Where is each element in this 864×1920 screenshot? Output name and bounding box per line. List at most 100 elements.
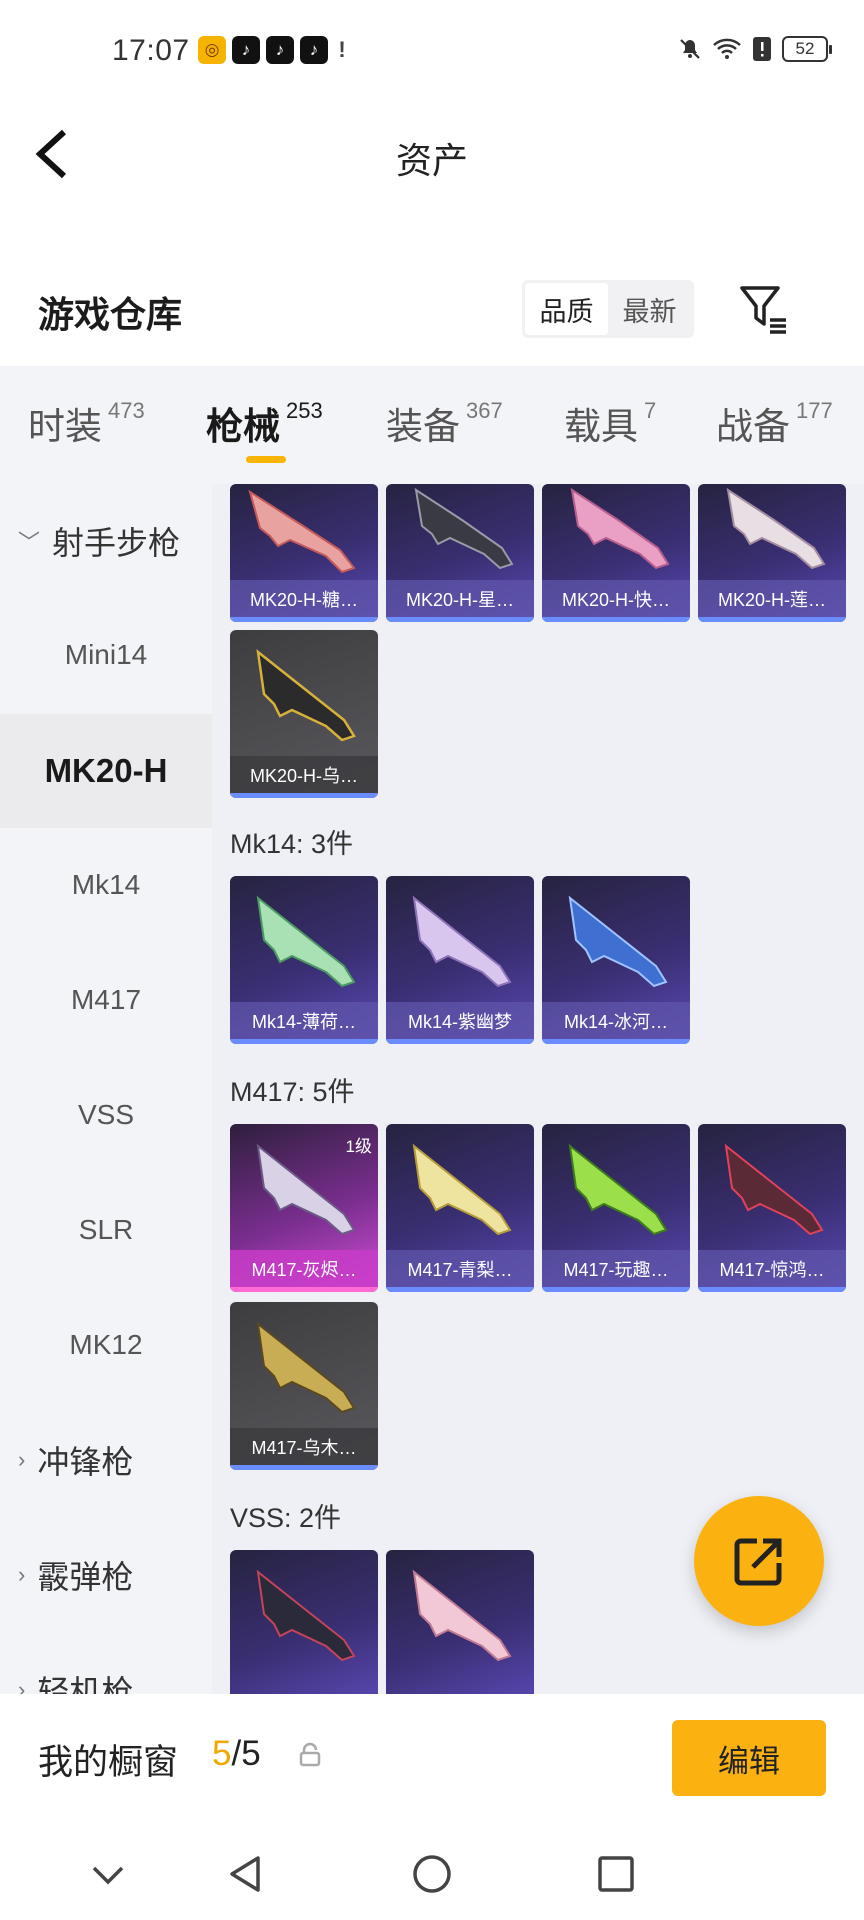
skin-name: MK20-H-乌… — [230, 756, 378, 794]
chevron-right-icon: › — [18, 1447, 26, 1472]
group-label-m417: M417: 5件 — [230, 1077, 355, 1107]
warehouse-header: 游戏仓库 品质 最新 — [0, 270, 864, 350]
skin-card[interactable] — [230, 1550, 378, 1694]
sidebar-item-label: 冲锋枪 — [37, 1444, 134, 1480]
back-triangle-icon[interactable] — [224, 1852, 268, 1896]
sidebar-item-slr[interactable]: SLR — [0, 1173, 212, 1287]
skin-card[interactable]: MK20-H-莲… — [698, 484, 846, 622]
skin-card[interactable]: M417-青梨… — [386, 1124, 534, 1292]
sidebar-item-mk12[interactable]: MK12 — [0, 1288, 212, 1402]
rifle-icon — [412, 1143, 512, 1236]
wifi-icon — [713, 38, 741, 59]
battery-indicator: 52 — [782, 36, 832, 62]
tab-label: 枪械 — [206, 406, 280, 447]
skin-card[interactable]: Mk14-紫幽梦 — [386, 876, 534, 1044]
skin-card[interactable]: MK20-H-快… — [542, 484, 690, 622]
sidebar-group-smg[interactable]: › 冲锋枪 — [0, 1403, 212, 1517]
tab-vehicles[interactable]: 载具 7 — [564, 396, 656, 450]
skin-card[interactable]: Mk14-冰河… — [542, 876, 690, 1044]
filter-icon[interactable] — [738, 282, 792, 336]
skin-card[interactable]: MK20-H-糖… — [230, 484, 378, 622]
skin-card[interactable]: MK20-H-乌… — [230, 630, 378, 798]
tab-count: 367 — [466, 398, 503, 423]
rifle-icon — [256, 1321, 356, 1414]
tab-label: 装备 — [386, 406, 460, 447]
sort-toggle: 品质 最新 — [522, 280, 694, 338]
status-time: 17:07 — [112, 34, 190, 67]
sort-by-quality[interactable]: 品质 — [525, 283, 608, 335]
sidebar-item-m417[interactable]: M417 — [0, 943, 212, 1057]
rarity-bar — [386, 1039, 534, 1044]
skin-name: MK20-H-星… — [386, 580, 534, 618]
rarity-bar — [230, 617, 378, 622]
rifle-icon — [724, 1143, 824, 1236]
rarity-bar — [230, 1039, 378, 1044]
tab-firearms[interactable]: 枪械 253 — [206, 396, 323, 450]
skin-card[interactable]: Mk14-薄荷… — [230, 876, 378, 1044]
sidebar-item-mini14[interactable]: Mini14 — [0, 598, 212, 712]
rarity-bar — [542, 1287, 690, 1292]
active-tab-indicator — [246, 456, 286, 463]
rifle-icon — [256, 1569, 356, 1662]
rifle-icon — [568, 1143, 668, 1236]
skin-name: M417-青梨… — [386, 1250, 534, 1288]
rifle-icon — [248, 489, 356, 574]
group-label-mk14: Mk14: 3件 — [230, 829, 354, 859]
sidebar-item-mk20h[interactable]: MK20-H — [0, 714, 212, 828]
tab-label: 时装 — [28, 406, 102, 447]
rarity-bar — [698, 1287, 846, 1292]
home-circle-icon[interactable] — [410, 1852, 454, 1896]
skin-card[interactable] — [386, 1550, 534, 1694]
chevron-right-icon: › — [18, 1677, 26, 1694]
group-label-vss: VSS: 2件 — [230, 1503, 342, 1533]
title-bar: 资产 — [0, 104, 864, 204]
skin-name: Mk14-薄荷… — [230, 1002, 378, 1040]
lock-icon — [299, 1742, 321, 1767]
edit-button[interactable]: 编辑 — [672, 1720, 826, 1796]
sidebar-group-shotgun[interactable]: › 霰弹枪 — [0, 1518, 212, 1632]
share-fab[interactable] — [694, 1496, 824, 1626]
level-badge: 1级 — [345, 1137, 372, 1156]
sidebar-group-lmg[interactable]: › 轻机枪 — [0, 1633, 212, 1694]
skin-card[interactable]: M417-乌木… — [230, 1302, 378, 1470]
recents-square-icon[interactable] — [594, 1852, 638, 1896]
showcase-count-total: /5 — [231, 1734, 261, 1773]
app-notification-icon: ◎ — [198, 36, 226, 64]
mute-icon — [680, 39, 700, 59]
rifle-icon — [726, 487, 826, 570]
skin-name: M417-灰烬… — [230, 1250, 378, 1288]
rifle-icon — [412, 895, 512, 988]
tab-count: 253 — [286, 398, 323, 423]
rifle-icon — [256, 895, 356, 988]
sidebar-item-mk14[interactable]: Mk14 — [0, 828, 212, 942]
status-bar: 17:07 ◎ ♪ ♪ ♪ ! 52 — [0, 0, 864, 104]
weapon-category-sidebar: ﹀ 射手步枪 Mini14 MK20-H Mk14 M417 VSS SLR M… — [0, 484, 212, 1694]
chevron-down-icon: ﹀ — [18, 530, 41, 555]
skin-card[interactable]: 1级 M417-灰烬… — [230, 1124, 378, 1292]
skin-name: M417-乌木… — [230, 1428, 378, 1466]
chevron-right-icon: › — [18, 1562, 26, 1587]
category-tabs: 时装 473 枪械 253 装备 367 载具 7 战备 177 — [0, 366, 864, 484]
chevron-down-icon[interactable] — [86, 1852, 130, 1896]
tab-equipment[interactable]: 装备 367 — [386, 396, 503, 450]
skin-card[interactable]: MK20-H-星… — [386, 484, 534, 622]
rifle-icon — [568, 895, 668, 988]
sidebar-item-vss[interactable]: VSS — [0, 1058, 212, 1172]
rarity-bar — [230, 793, 378, 798]
system-nav-bar — [0, 1826, 864, 1920]
skin-card[interactable]: M417-惊鸿… — [698, 1124, 846, 1292]
status-indicators: 52 — [678, 36, 832, 62]
rarity-bar — [542, 1039, 690, 1044]
sort-by-newest[interactable]: 最新 — [608, 283, 691, 335]
alert-icon: ! — [338, 37, 346, 62]
tab-label: 战备 — [716, 406, 790, 447]
skin-card[interactable]: M417-玩趣… — [542, 1124, 690, 1292]
sidebar-item-label: 射手步枪 — [52, 525, 181, 561]
section-title: 游戏仓库 — [38, 294, 183, 335]
tab-supplies[interactable]: 战备 177 — [716, 396, 833, 450]
skin-name: MK20-H-糖… — [230, 580, 378, 618]
rifle-icon — [414, 487, 514, 570]
sidebar-group-marksman-rifles[interactable]: ﹀ 射手步枪 — [0, 484, 212, 598]
sim-alert-icon — [753, 37, 771, 61]
tab-costume[interactable]: 时装 473 — [28, 396, 145, 450]
